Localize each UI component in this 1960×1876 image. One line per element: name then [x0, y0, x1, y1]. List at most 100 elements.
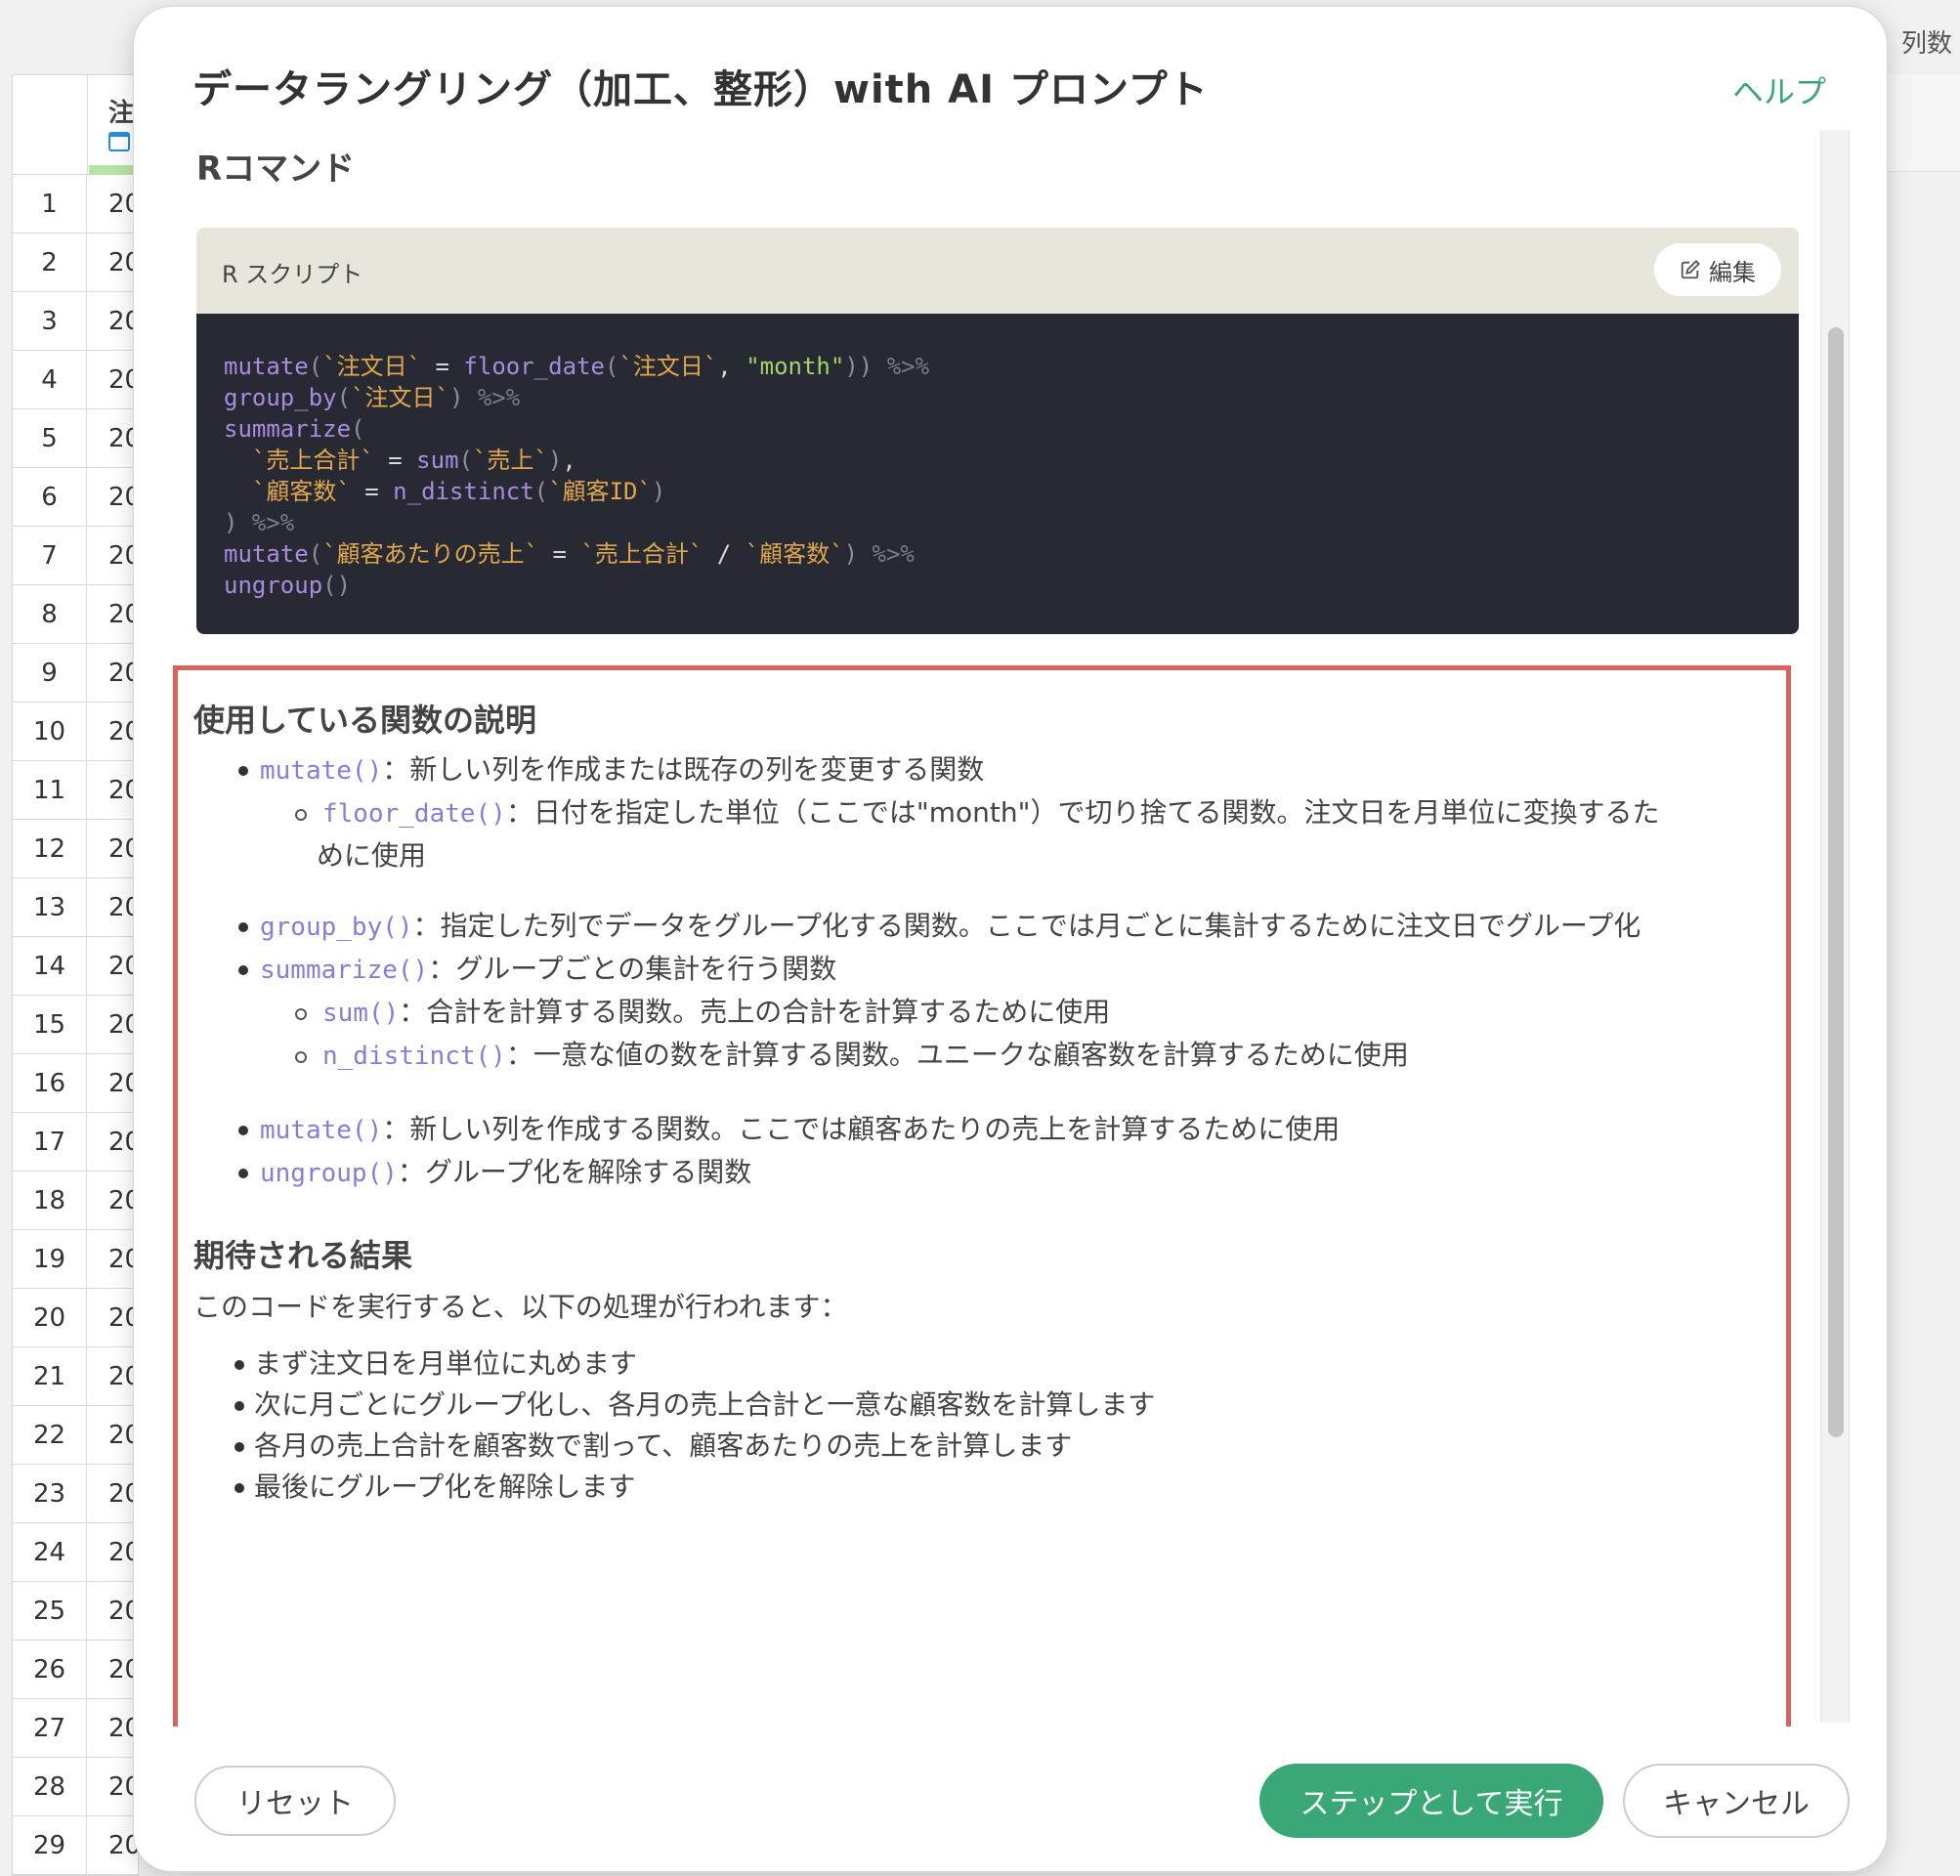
row-number: 27 [13, 1699, 87, 1758]
r-script-panel: R スクリプト 編集 mutate(`注文日` = floor_date(`注文… [196, 228, 1799, 634]
row-number: 23 [13, 1465, 87, 1523]
result-intro: このコードを実行すると、以下の処理が行われます： [193, 1291, 848, 1323]
functions-heading: 使用している関数の説明 [193, 702, 537, 739]
row-number: 4 [13, 351, 87, 409]
table-row[interactable]: 17 20 [13, 1113, 141, 1172]
table-row[interactable]: 23 20 [13, 1465, 141, 1523]
table-row[interactable]: 9 20 [13, 644, 141, 703]
sub-bullet [295, 809, 307, 821]
table-row[interactable]: 26 20 [13, 1641, 141, 1699]
grid-header: 注 [13, 75, 140, 175]
function-item-mutate-2: mutate()：新しい列を作成する関数。ここでは顧客あたりの売上を計算するため… [260, 1113, 1341, 1145]
help-link[interactable]: ヘルプ [1732, 67, 1826, 112]
table-row[interactable]: 8 20 [13, 585, 141, 644]
table-row[interactable]: 3 20 [13, 292, 141, 351]
code-line: `顧客数` = n_distinct(`顧客ID`) [251, 478, 666, 505]
table-row[interactable]: 4 20 [13, 351, 141, 409]
table-row[interactable]: 7 20 [13, 527, 141, 585]
table-row[interactable]: 2 20 [13, 234, 141, 292]
edit-button-label: 編集 [1709, 258, 1756, 286]
row-number: 26 [13, 1641, 87, 1699]
row-number: 19 [13, 1230, 87, 1289]
r-code: mutate(`注文日` = floor_date(`注文日`, "month"… [224, 351, 1771, 601]
row-number: 21 [13, 1347, 87, 1406]
background-data-grid: 注 1 20 2 20 3 20 4 20 5 20 6 20 7 20 8 20 9 20 10 20 11 20 12 2… [12, 74, 141, 1876]
bullet [238, 1169, 248, 1178]
column-count-label: 列数 [1901, 29, 1953, 59]
code-line: group_by(`注文日`) %>% [224, 384, 521, 411]
row-number: 5 [13, 409, 87, 468]
modal-title: データラングリング（加工、整形）with AI プロンプト [192, 67, 1209, 112]
row-number: 16 [13, 1054, 87, 1113]
result-item: まず注文日を月単位に丸めます [254, 1347, 638, 1380]
sub-bullet [295, 1051, 307, 1063]
edit-button[interactable]: 編集 [1654, 243, 1781, 296]
function-item-floor-date-cont: めに使用 [317, 839, 427, 872]
bullet [234, 1360, 244, 1370]
bullet [234, 1401, 244, 1411]
table-row[interactable]: 25 20 [13, 1582, 141, 1641]
table-row[interactable]: 27 20 [13, 1699, 141, 1758]
function-item-floor-date: floor_date()：日付を指定した単位（ここでは"month"）で切り捨て… [322, 796, 1660, 829]
r-script-header: R スクリプト 編集 [196, 228, 1799, 314]
table-row[interactable]: 29 20 [13, 1816, 141, 1875]
bullet [238, 965, 248, 975]
row-number: 28 [13, 1758, 87, 1816]
table-row[interactable]: 12 20 [13, 820, 141, 878]
row-number: 11 [13, 761, 87, 820]
table-row[interactable]: 11 20 [13, 761, 141, 820]
table-row[interactable]: 16 20 [13, 1054, 141, 1113]
pencil-square-icon [1681, 259, 1701, 279]
row-number: 22 [13, 1406, 87, 1465]
reset-button[interactable]: リセット [194, 1766, 396, 1836]
row-number: 18 [13, 1172, 87, 1230]
table-row[interactable]: 21 20 [13, 1347, 141, 1406]
row-number: 14 [13, 937, 87, 996]
table-row[interactable]: 14 20 [13, 937, 141, 996]
result-item: 次に月ごとにグループ化し、各月の売上合計と一意な顧客数を計算します [254, 1388, 1156, 1421]
function-item-n-distinct: n_distinct()：一意な値の数を計算する関数。ユニークな顧客数を計算する… [322, 1039, 1409, 1071]
code-line: mutate(`注文日` = floor_date(`注文日`, "month"… [224, 353, 930, 380]
table-row[interactable]: 1 20 [13, 175, 141, 234]
row-number: 25 [13, 1582, 87, 1641]
cancel-button[interactable]: キャンセル [1623, 1764, 1850, 1838]
function-item-group-by: group_by()：指定した列でデータをグループ化する関数。ここでは月ごとに集… [260, 910, 1641, 942]
r-code-block: mutate(`注文日` = floor_date(`注文日`, "month"… [196, 314, 1799, 634]
column-header-label[interactable]: 注 [108, 93, 134, 129]
r-command-heading: Rコマンド [196, 149, 356, 189]
table-row[interactable]: 28 20 [13, 1758, 141, 1816]
table-row[interactable]: 18 20 [13, 1172, 141, 1230]
r-script-label: R スクリプト [222, 261, 363, 288]
row-number: 6 [13, 468, 87, 527]
table-row[interactable]: 5 20 [13, 409, 141, 468]
explanation-box: 使用している関数の説明 mutate()：新しい列を作成または既存の列を変更する… [173, 665, 1791, 1727]
row-number: 9 [13, 644, 87, 703]
table-row[interactable]: 24 20 [13, 1523, 141, 1582]
row-number: 12 [13, 820, 87, 878]
table-row[interactable]: 20 20 [13, 1289, 141, 1347]
code-line: mutate(`顧客あたりの売上` = `売上合計` / `顧客数`) %>% [224, 540, 915, 568]
code-line: ) %>% [224, 509, 295, 536]
table-row[interactable]: 22 20 [13, 1406, 141, 1465]
result-heading: 期待される結果 [193, 1237, 413, 1274]
column-separator [87, 75, 88, 175]
table-row[interactable]: 19 20 [13, 1230, 141, 1289]
result-item: 各月の売上合計を顧客数で割って、顧客あたりの売上を計算します [254, 1429, 1073, 1462]
function-item-mutate: mutate()：新しい列を作成または既存の列を変更する関数 [260, 753, 985, 786]
table-row[interactable]: 10 20 [13, 703, 141, 761]
result-item: 最後にグループ化を解除します [254, 1471, 636, 1503]
bullet [238, 922, 248, 932]
row-number: 8 [13, 585, 87, 644]
table-row[interactable]: 15 20 [13, 996, 141, 1054]
row-number: 7 [13, 527, 87, 585]
row-number: 10 [13, 703, 87, 761]
wrangling-ai-modal: データラングリング（加工、整形）with AI プロンプト ヘルプ Rコマンド … [133, 6, 1888, 1872]
function-item-ungroup: ungroup()：グループ化を解除する関数 [260, 1156, 752, 1188]
table-row[interactable]: 6 20 [13, 468, 141, 527]
row-number: 24 [13, 1523, 87, 1582]
grid-rows: 1 20 2 20 3 20 4 20 5 20 6 20 7 20 8 20 9 20 10 20 11 20 12 20 1… [13, 175, 141, 1875]
table-row[interactable]: 13 20 [13, 878, 141, 937]
run-as-step-button[interactable]: ステップとして実行 [1259, 1764, 1603, 1838]
row-number: 13 [13, 878, 87, 937]
row-number: 20 [13, 1289, 87, 1347]
